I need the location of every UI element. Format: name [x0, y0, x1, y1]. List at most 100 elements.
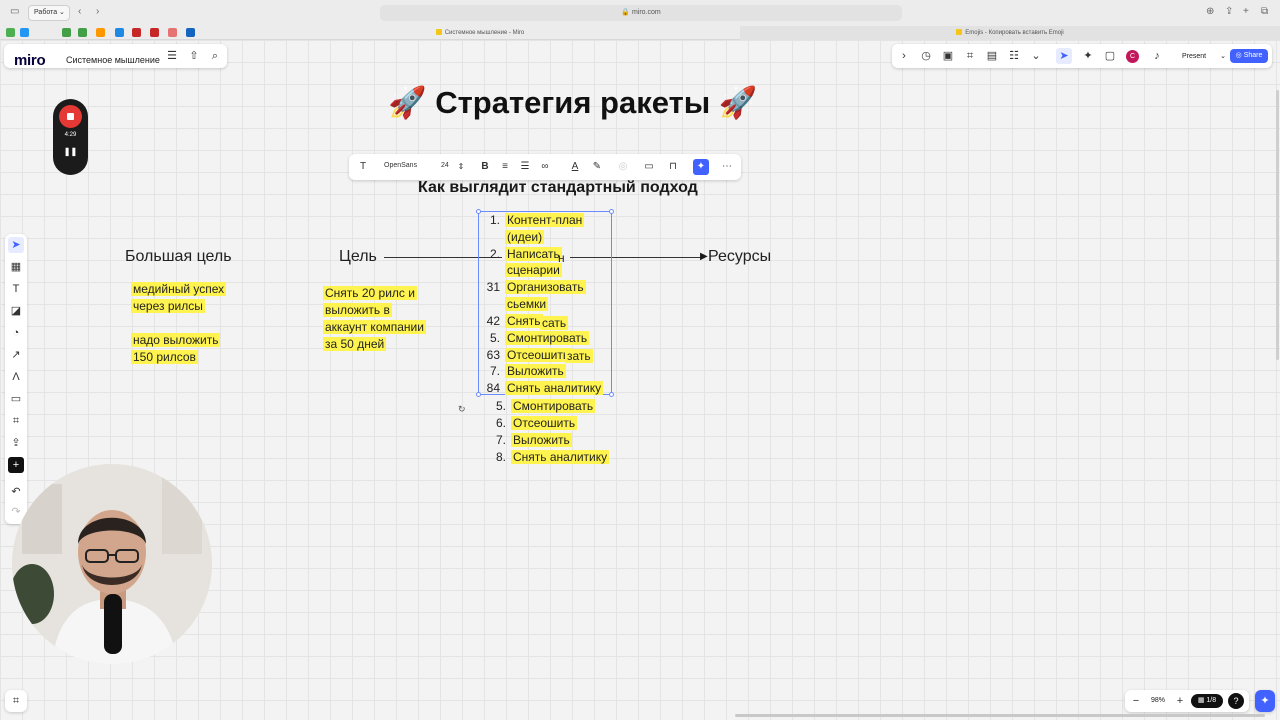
redo-icon[interactable]: ↷ [8, 504, 24, 520]
shapes-icon[interactable]: ◔ [8, 325, 24, 341]
miro-logo[interactable]: miro [14, 52, 46, 69]
goal-note[interactable]: Снять 20 рилс и выложить в аккаунт компа… [323, 285, 426, 353]
text-color-icon[interactable]: A [567, 159, 583, 175]
bookmark-icon[interactable] [78, 28, 87, 37]
back-icon[interactable]: ‹ [78, 6, 81, 18]
select-icon[interactable]: ➤ [8, 237, 24, 253]
sidebar-toggle-icon[interactable]: ▭ [10, 6, 19, 18]
horizontal-scrollbar[interactable] [735, 714, 1265, 717]
list-item-cont[interactable]: сценарии [505, 262, 562, 278]
list-item[interactable]: 8. Снять аналитику [492, 449, 610, 465]
list-item[interactable]: 5. Смонтировать [486, 330, 590, 346]
more-options-icon[interactable]: ⋯ [719, 159, 735, 175]
fill-icon[interactable]: ◎ [615, 159, 631, 175]
board-canvas[interactable]: miro Системное мышление ☰ ⇧ ⌕ › ◷ ▣ ⌗ ▤ … [0, 40, 1280, 720]
size-stepper-icon[interactable]: ⇕ [453, 159, 469, 175]
comment-icon[interactable]: ▭ [641, 159, 657, 175]
comment-icon[interactable]: ▭ [8, 391, 24, 407]
highlight-icon[interactable]: ✎ [589, 159, 605, 175]
pen-icon[interactable]: Ʌ [8, 369, 24, 385]
templates-icon[interactable]: ▦ [8, 259, 24, 275]
bookmark-icon[interactable] [132, 28, 141, 37]
sticky-icon[interactable]: ▤ [984, 48, 1000, 64]
reactions-icon[interactable]: ✦ [1080, 48, 1096, 64]
resources-label[interactable]: Ресурсы [708, 248, 771, 266]
list-icon[interactable]: ☰ [517, 159, 533, 175]
comment-icon[interactable]: ▢ [1102, 48, 1118, 64]
font-size-select[interactable]: 24 [441, 162, 449, 169]
list-item[interactable]: 1. Контент-план [486, 212, 585, 228]
export-icon[interactable]: ⇧ [186, 48, 202, 64]
board-name[interactable]: Системное мышление [66, 55, 160, 65]
list-item[interactable]: 42 Снять [486, 313, 543, 329]
resize-handle[interactable] [476, 392, 481, 397]
bookmark-icon[interactable] [20, 28, 29, 37]
menu-icon[interactable]: ☰ [164, 48, 180, 64]
notes-icon[interactable]: ☷ [1006, 48, 1022, 64]
timer-icon[interactable]: ◷ [918, 48, 934, 64]
sticky-note-icon[interactable]: ◪ [8, 303, 24, 319]
resize-handle[interactable] [609, 209, 614, 214]
ai-sidekick-button[interactable]: ✦ [1255, 690, 1275, 712]
rotate-handle-icon[interactable]: ↻ [458, 404, 466, 415]
text-icon[interactable]: T [8, 281, 24, 297]
bookmark-icon[interactable] [115, 28, 124, 37]
more-chevron-icon[interactable]: ⌄ [1028, 48, 1044, 64]
bookmark-icon[interactable] [96, 28, 105, 37]
text-type-icon[interactable]: T [355, 159, 371, 175]
vertical-scrollbar[interactable] [1276, 90, 1279, 360]
zoom-level[interactable]: 98% [1151, 697, 1165, 704]
list-item[interactable]: 2. Написать [486, 246, 562, 262]
lock-icon[interactable]: ⊓ [665, 159, 681, 175]
big-goal-note[interactable]: медийный успех через рилсы надо выложить… [131, 281, 227, 366]
list-item[interactable]: 7. Выложить [486, 363, 566, 379]
profile-selector[interactable]: Работа ⌄ [28, 5, 70, 21]
link-icon[interactable]: ∞ [537, 159, 553, 175]
bookmark-icon[interactable] [62, 28, 71, 37]
zoom-out-icon[interactable]: − [1128, 693, 1144, 709]
pause-icon[interactable]: ❚❚ [53, 147, 88, 156]
stop-record-button[interactable] [59, 105, 82, 128]
ai-assist-icon[interactable]: ✦ [693, 159, 709, 175]
resize-handle[interactable] [476, 209, 481, 214]
board-subtitle[interactable]: Как выглядит стандартный подход [418, 179, 698, 197]
zoom-in-icon[interactable]: + [1172, 693, 1188, 709]
list-item[interactable]: 84 Снять аналитику [486, 380, 604, 396]
share-icon[interactable]: ⇪ [1225, 6, 1233, 18]
bookmark-icon[interactable] [168, 28, 177, 37]
list-item[interactable]: 5. Смонтировать [492, 398, 596, 414]
bookmark-icon[interactable] [6, 28, 15, 37]
list-item[interactable]: 6. Отсеошить [492, 415, 578, 431]
connector-icon[interactable]: ↗ [8, 347, 24, 363]
board-title[interactable]: 🚀 Стратегия ракеты 🚀 [388, 84, 757, 121]
new-tab-icon[interactable]: + [1243, 6, 1249, 18]
list-item[interactable]: 7. Выложить [492, 432, 572, 448]
frame-add-icon[interactable]: ▣ [940, 48, 956, 64]
bold-icon[interactable]: B [477, 159, 493, 175]
forward-icon[interactable]: › [96, 6, 99, 18]
undo-icon[interactable]: ↶ [8, 484, 24, 500]
list-item[interactable]: 63 Отсеошить [486, 347, 572, 363]
align-icon[interactable]: ≡ [497, 159, 513, 175]
tab-emojis[interactable]: Emojis - Копировать вставить Emoji [740, 26, 1280, 40]
avatar[interactable]: C [1126, 50, 1139, 63]
help-icon[interactable]: ? [1228, 693, 1244, 709]
goal-label[interactable]: Цель [339, 248, 377, 266]
share-button[interactable]: ◎ Share [1230, 49, 1268, 63]
tab-miro[interactable]: Системное мышление - Miro [380, 26, 580, 40]
bell-icon[interactable]: ♪ [1149, 48, 1165, 64]
list-item-cont[interactable]: сьемки [505, 296, 549, 312]
search-icon[interactable]: ⌕ [207, 48, 223, 64]
big-goal-label[interactable]: Большая цель [125, 248, 232, 266]
resize-handle[interactable] [609, 392, 614, 397]
frames-panel-button[interactable]: ⌗ [5, 690, 27, 712]
frame-icon[interactable]: ⌗ [8, 413, 24, 429]
bookmark-icon[interactable] [150, 28, 159, 37]
list-item[interactable]: 31 Организовать [486, 279, 586, 295]
page-counter[interactable]: ▦ 1/8 [1191, 694, 1223, 708]
address-bar[interactable]: 🔒 miro.com [380, 5, 902, 21]
capture-icon[interactable]: ⌗ [962, 48, 978, 64]
download-icon[interactable]: ⊕ [1206, 6, 1214, 18]
more-tools-icon[interactable]: + [8, 457, 24, 473]
tab-overview-icon[interactable]: ⧉ [1261, 6, 1268, 18]
